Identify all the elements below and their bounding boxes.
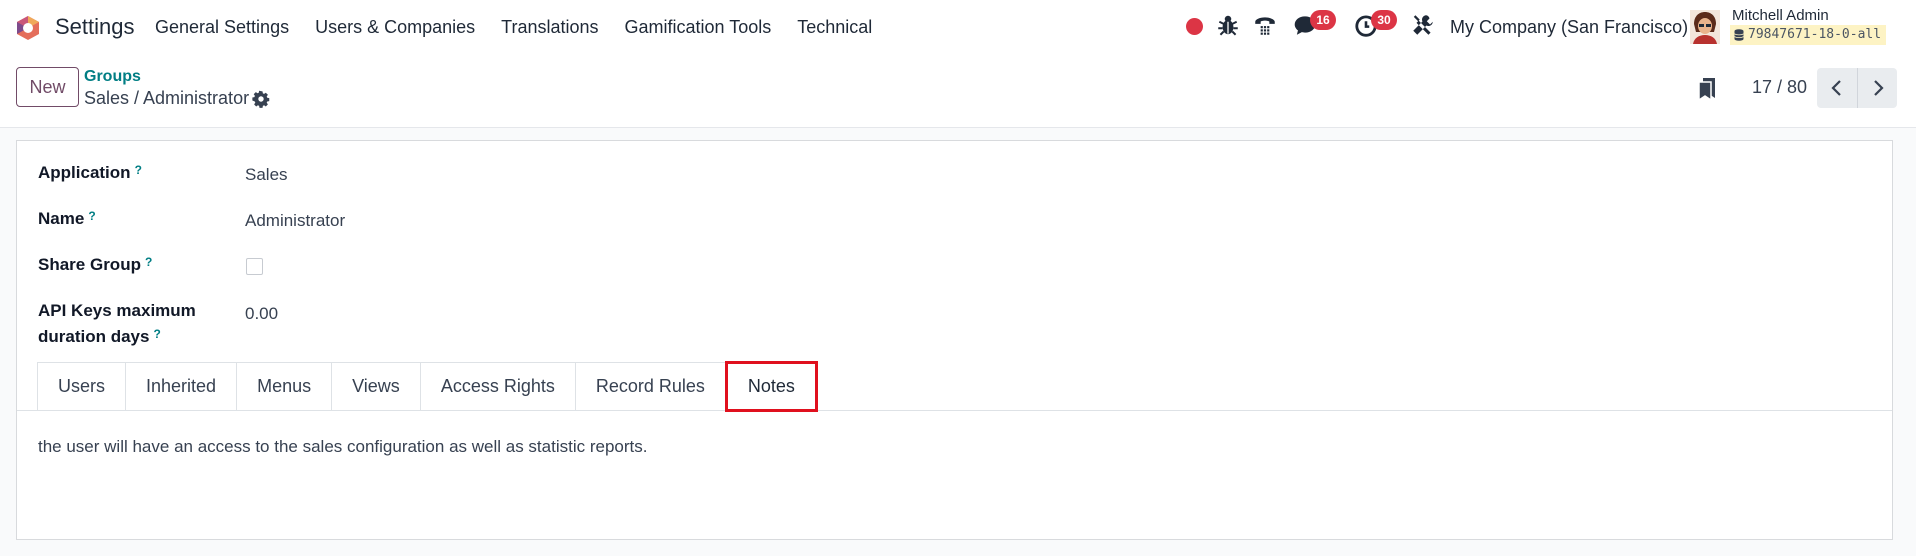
- chevron-left-icon: [1831, 80, 1841, 96]
- pager-next-button[interactable]: [1857, 68, 1897, 108]
- control-panel: New Groups Sales / Administrator 17 / 80: [0, 55, 1916, 128]
- user-avatar[interactable]: [1690, 10, 1720, 44]
- bookmark-icon[interactable]: [1697, 77, 1717, 101]
- odoo-app-logo-icon[interactable]: [14, 14, 42, 42]
- notebook-tabs: Users Inherited Menus Views Access Right…: [37, 361, 818, 412]
- api-keys-help-tooltip[interactable]: ?: [153, 327, 160, 341]
- share-group-help-tooltip[interactable]: ?: [145, 255, 152, 269]
- tab-menus[interactable]: Menus: [236, 362, 332, 411]
- company-switcher[interactable]: My Company (San Francisco): [1450, 17, 1688, 38]
- debug-bug-icon[interactable]: [1215, 12, 1241, 38]
- recording-indicator-icon[interactable]: [1186, 18, 1203, 35]
- breadcrumb-current-record: Sales / Administrator: [84, 88, 250, 108]
- api-keys-label-line1: API Keys maximum: [38, 301, 196, 320]
- application-label: Application?: [38, 163, 142, 182]
- app-name[interactable]: Settings: [55, 14, 135, 40]
- main-menu: General Settings Users & Companies Trans…: [155, 17, 898, 38]
- new-button[interactable]: New: [16, 67, 79, 107]
- gear-icon[interactable]: [252, 90, 270, 108]
- database-tag: 79847671-18-0-all: [1730, 25, 1887, 45]
- menu-technical[interactable]: Technical: [797, 17, 872, 38]
- menu-users-companies[interactable]: Users & Companies: [315, 17, 475, 38]
- menu-general-settings[interactable]: General Settings: [155, 17, 289, 38]
- tab-access-rights[interactable]: Access Rights: [419, 362, 575, 411]
- api-keys-label-line2: duration days?: [38, 327, 161, 346]
- name-value[interactable]: Administrator: [245, 211, 345, 231]
- menu-gamification-tools[interactable]: Gamification Tools: [625, 17, 772, 38]
- database-icon: [1734, 29, 1744, 41]
- breadcrumb-groups-link[interactable]: Groups: [84, 68, 141, 86]
- tab-inherited[interactable]: Inherited: [125, 362, 237, 411]
- database-name: 79847671-18-0-all: [1748, 27, 1882, 42]
- menu-translations[interactable]: Translations: [501, 17, 598, 38]
- chevron-right-icon: [1873, 80, 1884, 96]
- form-sheet: Application? Sales Name? Administrator S…: [16, 140, 1893, 540]
- top-navbar: Settings General Settings Users & Compan…: [0, 0, 1916, 55]
- notes-text[interactable]: the user will have an access to the sale…: [38, 437, 647, 457]
- name-label: Name?: [38, 209, 96, 228]
- tab-users[interactable]: Users: [37, 362, 126, 411]
- phone-icon[interactable]: [1252, 12, 1278, 38]
- application-value[interactable]: Sales: [245, 165, 288, 185]
- pager-counter[interactable]: 17 / 80: [1752, 77, 1807, 98]
- tab-record-rules[interactable]: Record Rules: [574, 362, 725, 411]
- tab-notes[interactable]: Notes: [724, 361, 818, 412]
- activities-button[interactable]: 30: [1353, 10, 1397, 38]
- tab-views[interactable]: Views: [331, 362, 420, 411]
- messages-button[interactable]: 16: [1292, 10, 1336, 38]
- api-keys-duration-value[interactable]: 0.00: [245, 304, 278, 324]
- pager-previous-button[interactable]: [1817, 68, 1857, 108]
- name-help-tooltip[interactable]: ?: [88, 209, 95, 223]
- activities-count-badge: 30: [1371, 10, 1397, 30]
- messages-count-badge: 16: [1310, 10, 1336, 30]
- share-group-checkbox[interactable]: [246, 258, 263, 275]
- user-name[interactable]: Mitchell Admin: [1732, 7, 1829, 24]
- application-help-tooltip[interactable]: ?: [135, 163, 142, 177]
- tools-icon[interactable]: [1410, 12, 1436, 38]
- share-group-label: Share Group?: [38, 255, 153, 274]
